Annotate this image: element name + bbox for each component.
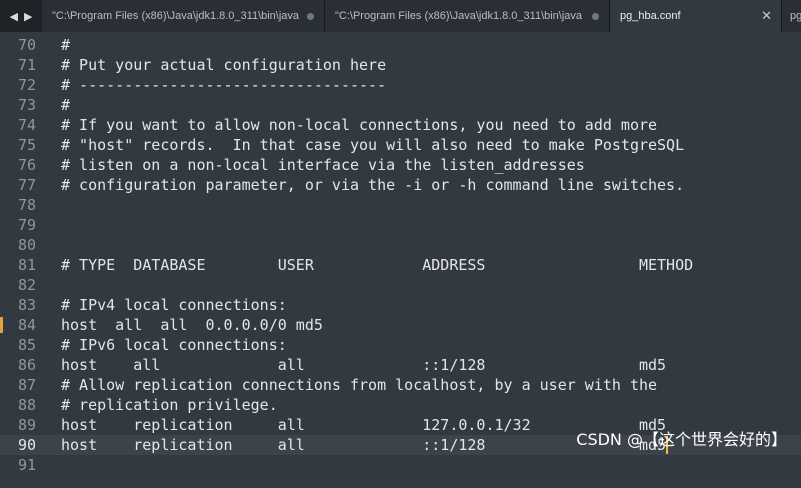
line-text: # Put your actual configuration here xyxy=(61,56,387,74)
code-line[interactable]: 83 # IPv4 local connections: xyxy=(0,295,801,315)
code-line[interactable]: 81 # TYPE DATABASE USER ADDRESS METHOD xyxy=(0,255,801,275)
line-number: 78 xyxy=(17,196,36,214)
line-number: 90 xyxy=(17,436,36,454)
line-number: 82 xyxy=(17,276,36,294)
code-line[interactable]: 86 host all all ::1/128 md5 xyxy=(0,355,801,375)
line-text: # TYPE DATABASE USER ADDRESS METHOD xyxy=(61,256,694,274)
line-text: # If you want to allow non-local connect… xyxy=(61,116,658,134)
line-number: 86 xyxy=(17,356,36,374)
line-number: 83 xyxy=(17,296,36,314)
line-number: 72 xyxy=(17,76,36,94)
tab-label: pg_hba.conf xyxy=(620,10,681,22)
code-line[interactable]: 75 # "host" records. In that case you wil… xyxy=(0,135,801,155)
code-line[interactable]: 74 # If you want to allow non-local conne… xyxy=(0,115,801,135)
line-number: 75 xyxy=(17,136,36,154)
line-number: 80 xyxy=(17,236,36,254)
code-line[interactable]: 84 host all all 0.0.0.0/0 md5 xyxy=(0,315,801,335)
code-line[interactable]: 82 xyxy=(0,275,801,295)
tab-label: "C:\Program Files (x86)\Java\jdk1.8.0_31… xyxy=(335,10,583,22)
code-line[interactable]: 76 # listen on a non-local interface via … xyxy=(0,155,801,175)
code-editor[interactable]: 70 #71 # Put your actual configuration her… xyxy=(0,32,801,488)
line-text: # Allow replication connections from loc… xyxy=(61,376,658,394)
line-number: 84 xyxy=(17,316,36,334)
tab-java-command-1[interactable]: "C:\Program Files (x86)\Java\jdk1.8.0_31… xyxy=(42,0,325,32)
line-number: 74 xyxy=(17,116,36,134)
line-number: 77 xyxy=(17,176,36,194)
line-text: host all all 0.0.0.0/0 md5 xyxy=(61,316,323,334)
tab-bar: ◀ ▶ "C:\Program Files (x86)\Java\jdk1.8.… xyxy=(0,0,801,32)
line-number: 70 xyxy=(17,36,36,54)
line-text: # "host" records. In that case you will … xyxy=(61,136,685,154)
code-line[interactable]: 70 # xyxy=(0,35,801,55)
line-number: 81 xyxy=(17,256,36,274)
tab-label: "C:\Program Files (x86)\Java\jdk1.8.0_31… xyxy=(52,10,300,22)
code-line[interactable]: 78 xyxy=(0,195,801,215)
code-line[interactable]: 79 xyxy=(0,215,801,235)
code-line[interactable]: 87 # Allow replication connections from l… xyxy=(0,375,801,395)
triangle-right-icon[interactable]: ▶ xyxy=(24,10,32,23)
close-icon[interactable]: ✕ xyxy=(761,8,772,24)
code-line[interactable]: 85 # IPv6 local connections: xyxy=(0,335,801,355)
line-text: # IPv6 local connections: xyxy=(61,336,287,354)
tab-partial[interactable]: pg xyxy=(782,0,801,32)
line-text: # xyxy=(61,96,71,114)
modified-dot-icon xyxy=(592,13,599,20)
line-text: # xyxy=(61,36,71,54)
line-text: # configuration parameter, or via the -i… xyxy=(61,176,685,194)
tab-pg-hba-conf[interactable]: pg_hba.conf ✕ xyxy=(610,0,782,32)
line-number: 89 xyxy=(17,416,36,434)
tab-navigation: ◀ ▶ xyxy=(0,0,42,32)
tab-label: pg xyxy=(790,10,801,22)
tab-java-command-2[interactable]: "C:\Program Files (x86)\Java\jdk1.8.0_31… xyxy=(325,0,610,32)
code-line[interactable]: 77 # configuration parameter, or via the … xyxy=(0,175,801,195)
triangle-left-icon[interactable]: ◀ xyxy=(10,10,18,23)
modified-dot-icon xyxy=(307,13,314,20)
code-line[interactable]: 91 xyxy=(0,455,801,475)
line-number: 87 xyxy=(17,376,36,394)
code-line[interactable]: 71 # Put your actual configuration here xyxy=(0,55,801,75)
line-text: # ---------------------------------- xyxy=(61,76,387,94)
line-number: 88 xyxy=(17,396,36,414)
code-line[interactable]: 73 # xyxy=(0,95,801,115)
line-text: host all all ::1/128 md5 xyxy=(61,356,667,374)
code-line[interactable]: 88 # replication privilege. xyxy=(0,395,801,415)
line-number: 76 xyxy=(17,156,36,174)
line-text: # IPv4 local connections: xyxy=(61,296,287,314)
line-number: 73 xyxy=(17,96,36,114)
line-number: 79 xyxy=(17,216,36,234)
line-number: 85 xyxy=(17,336,36,354)
line-text: # replication privilege. xyxy=(61,396,278,414)
code-line[interactable]: 80 xyxy=(0,235,801,255)
line-number: 91 xyxy=(17,456,36,474)
code-line[interactable]: 72 # ---------------------------------- xyxy=(0,75,801,95)
watermark-text: CSDN @【这个世界会好的】 xyxy=(576,430,787,449)
line-text: # listen on a non-local interface via th… xyxy=(61,156,585,174)
line-number: 71 xyxy=(17,56,36,74)
